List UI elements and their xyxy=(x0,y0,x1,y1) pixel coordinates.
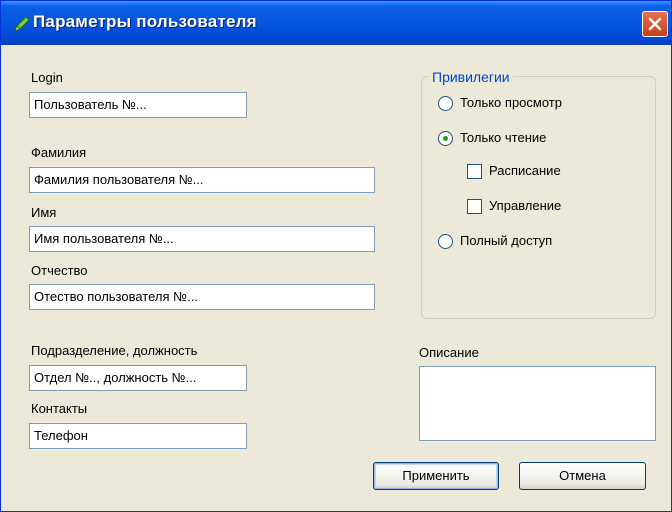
checkbox[interactable] xyxy=(467,199,482,214)
contacts-label: Контакты xyxy=(31,401,88,416)
radio-selected-dot xyxy=(443,136,448,141)
checkbox-schedule-label: Расписание xyxy=(489,163,561,178)
patronymic-field[interactable]: Отество пользователя №... xyxy=(29,284,375,310)
radio-button[interactable] xyxy=(438,131,453,146)
department-field[interactable]: Отдел №.., должность №... xyxy=(29,365,247,391)
title-bar[interactable]: Параметры пользователя xyxy=(1,1,671,45)
surname-field[interactable]: Фамилия пользователя №... xyxy=(29,167,375,193)
radio-view-only-label: Только просмотр xyxy=(460,95,562,110)
patronymic-label: Отчество xyxy=(31,263,88,278)
contacts-field[interactable]: Телефон xyxy=(29,423,247,449)
name-label: Имя xyxy=(31,205,57,220)
checkbox-management-label: Управление xyxy=(489,198,562,213)
login-label: Login xyxy=(31,70,63,85)
surname-label: Фамилия xyxy=(31,145,87,160)
department-label: Подразделение, должность xyxy=(31,343,198,358)
radio-full-access-label: Полный доступ xyxy=(460,233,553,248)
window-title: Параметры пользователя xyxy=(33,12,257,31)
close-button[interactable] xyxy=(642,11,668,37)
pencil-icon xyxy=(13,15,31,33)
name-field[interactable]: Имя пользователя №... xyxy=(29,226,375,252)
cancel-button[interactable]: Отмена xyxy=(519,462,646,490)
description-textarea[interactable] xyxy=(419,366,656,441)
description-label: Описание xyxy=(419,345,479,360)
close-icon xyxy=(648,17,662,31)
radio-button[interactable] xyxy=(438,96,453,111)
checkbox[interactable] xyxy=(467,164,482,179)
apply-button[interactable]: Применить xyxy=(373,462,499,490)
radio-button[interactable] xyxy=(438,234,453,249)
radio-read-only-label: Только чтение xyxy=(460,130,547,145)
privileges-title: Привилегии xyxy=(429,69,513,85)
login-field[interactable]: Пользователь №... xyxy=(29,92,247,118)
user-settings-dialog: Параметры пользователя Login Пользовател… xyxy=(0,0,672,512)
